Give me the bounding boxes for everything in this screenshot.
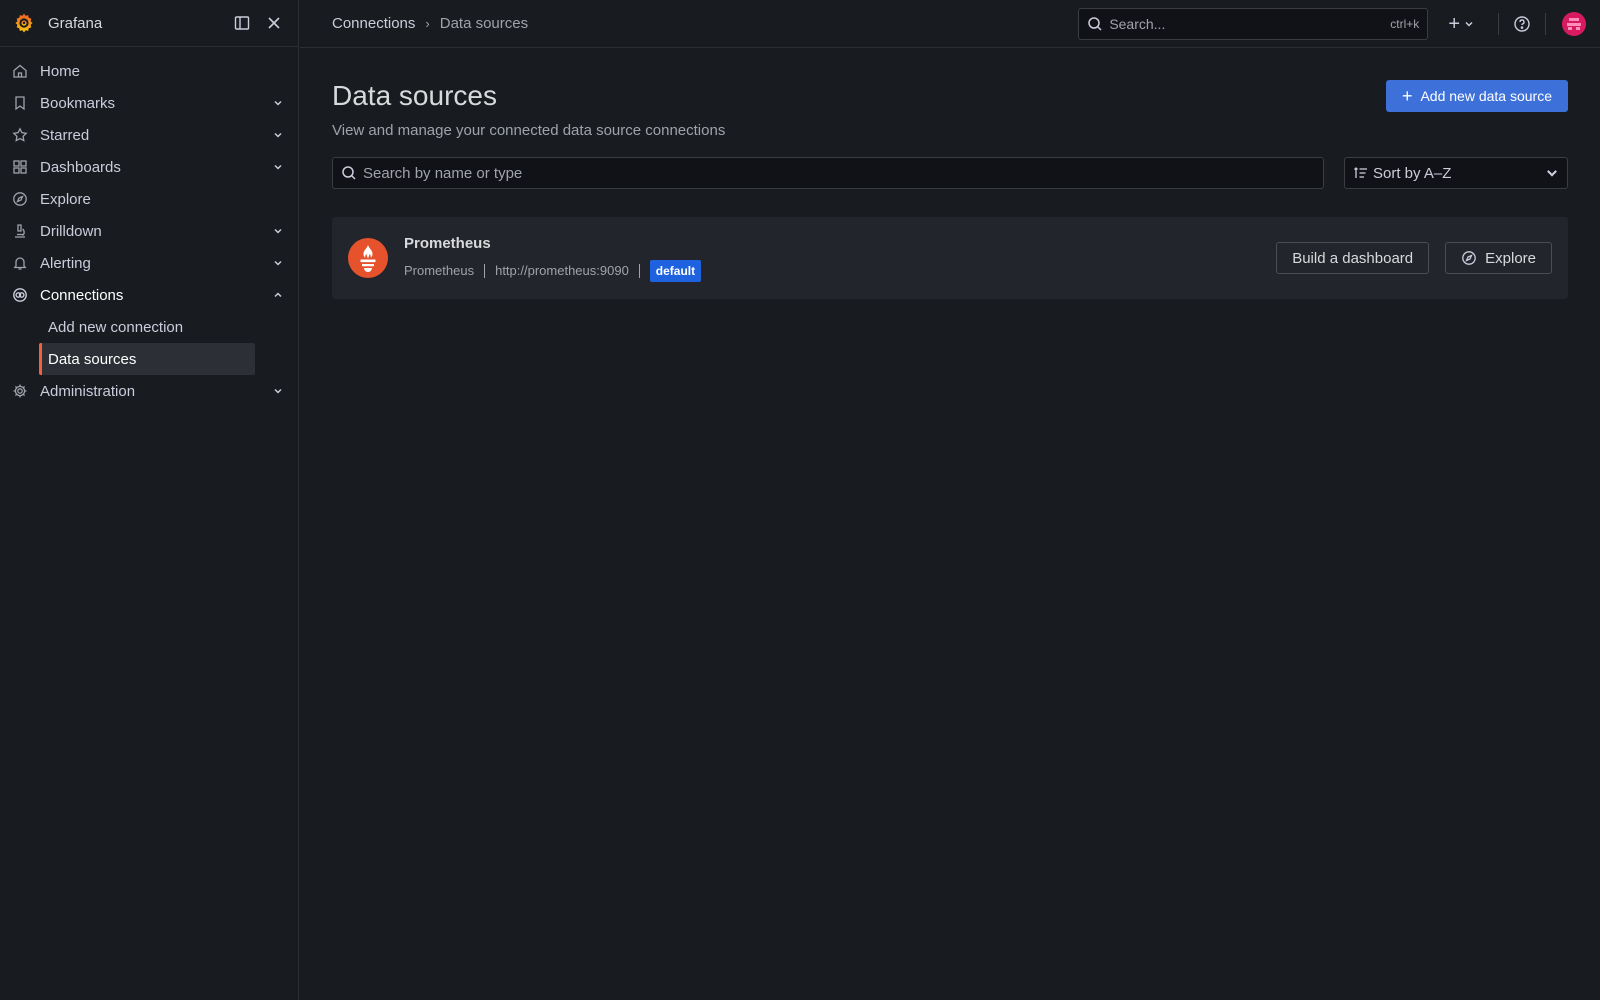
chevron-down-icon[interactable] [270,159,286,175]
sidebar-item-label: Connections [40,286,124,304]
help-icon[interactable] [1513,15,1531,33]
search-shortcut-hint: ctrl+k [1390,16,1420,31]
chevron-down-icon[interactable] [270,95,286,111]
sidebar-item-label: Home [40,62,81,80]
explore-button[interactable]: Explore [1445,242,1552,274]
meta-separator [638,263,640,278]
bookmark-icon [12,95,28,111]
cog-icon [12,383,28,399]
sidebar-subitem-add-new-connection[interactable]: Add new connection [39,311,255,343]
datasource-type: Prometheus [404,263,475,278]
sidebar-item-dashboards[interactable]: Dashboards [0,151,298,183]
page-title: Data sources [332,80,497,111]
grafana-logo-icon[interactable] [12,11,36,35]
chevron-down-icon [1547,170,1557,177]
sidebar-item-drilldown[interactable]: Drilldown [0,215,298,247]
sidebar-item-label: Administration [40,382,136,400]
datasource-card[interactable]: Prometheus Prometheus http://prometheus:… [332,217,1568,299]
sidebar-item-administration[interactable]: Administration [0,375,298,407]
sidebar-item-bookmarks[interactable]: Bookmarks [0,87,298,119]
sidebar-item-home[interactable]: Home [0,55,298,87]
close-menu-icon[interactable] [262,11,286,35]
explore-label: Explore [1485,249,1536,267]
global-search-input[interactable] [1109,15,1391,32]
datasource-url: http://prometheus:9090 [495,263,629,278]
filter-bar: Sort by A–Z [332,157,1568,189]
bell-icon [12,255,28,271]
breadcrumb: Connections › Data sources [300,15,1078,32]
top-bar: Connections › Data sources ctrl+k + [300,0,1600,48]
apps-icon [12,159,28,175]
compass-icon [12,191,28,207]
sidebar-item-connections[interactable]: Connections [0,279,298,311]
prometheus-logo-icon [348,238,388,278]
datasource-name[interactable]: Prometheus [404,235,1260,252]
chevron-down-icon[interactable] [270,255,286,271]
connections-icon [12,287,28,303]
sidebar-subitem-label: Data sources [48,350,137,368]
chevron-down-icon[interactable] [270,127,286,143]
sidebar-item-label: Alerting [40,254,91,272]
page-subtitle: View and manage your connected data sour… [332,122,726,139]
page-header: Data sources View and manage your connec… [332,48,1568,139]
star-icon [12,127,28,143]
plus-icon: + [1448,12,1460,35]
sidebar-item-label: Dashboards [40,158,121,176]
compass-icon [1462,251,1476,265]
sort-amount-icon [1354,167,1367,178]
search-icon [342,166,356,180]
chevron-down-icon [1465,21,1473,27]
sidebar-subitem-label: Add new connection [48,318,184,336]
chevron-down-icon[interactable] [270,223,286,239]
datasource-info: Prometheus Prometheus http://prometheus:… [404,235,1260,282]
sidebar-item-starred[interactable]: Starred [0,119,298,151]
home-icon [12,63,28,79]
sort-select[interactable]: Sort by A–Z [1344,157,1568,189]
new-menu-button[interactable]: + [1442,14,1480,34]
build-dashboard-label: Build a dashboard [1292,249,1414,267]
breadcrumb-connections[interactable]: Connections [332,15,415,32]
meta-separator [484,263,486,278]
datasource-search-input[interactable] [363,164,1315,182]
datasource-search[interactable] [332,157,1324,189]
sidebar-header: Grafana [0,0,298,47]
sidebar-item-label: Starred [40,126,90,144]
main-content: Data sources View and manage your connec… [332,48,1568,299]
sidebar-item-label: Explore [40,190,91,208]
build-dashboard-button[interactable]: Build a dashboard [1276,242,1430,274]
global-search[interactable]: ctrl+k [1078,7,1429,40]
app-name: Grafana [48,14,103,32]
default-badge: default [649,259,702,282]
avatar-pattern-icon [1567,17,1581,30]
sidebar-nav: Home Bookmarks Starred Dashboards Explor… [0,47,298,407]
divider [1498,12,1499,35]
add-new-data-source-button[interactable]: + Add new data source [1385,80,1568,112]
search-icon [1088,16,1102,31]
sort-value: Sort by A–Z [1373,164,1452,182]
divider [1545,12,1546,35]
sidebar: Grafana Home Bookmarks Starred Dashboard… [0,0,299,1000]
microscope-icon [12,223,28,239]
chevron-up-icon[interactable] [270,287,286,303]
sidebar-subitem-data-sources[interactable]: Data sources [39,343,255,375]
chevron-down-icon[interactable] [270,383,286,399]
user-avatar[interactable] [1562,11,1586,36]
sidebar-item-explore[interactable]: Explore [0,183,298,215]
sidebar-item-label: Bookmarks [40,94,116,112]
breadcrumb-data-sources: Data sources [439,15,529,32]
sidebar-item-label: Drilldown [40,222,102,240]
add-new-data-source-label: Add new data source [1420,88,1552,104]
plus-icon: + [1401,86,1413,106]
breadcrumb-separator-icon: › [425,16,430,31]
datasource-meta: Prometheus http://prometheus:9090 defaul… [404,259,1260,282]
dock-menu-icon[interactable] [230,11,254,35]
sidebar-item-alerting[interactable]: Alerting [0,247,298,279]
